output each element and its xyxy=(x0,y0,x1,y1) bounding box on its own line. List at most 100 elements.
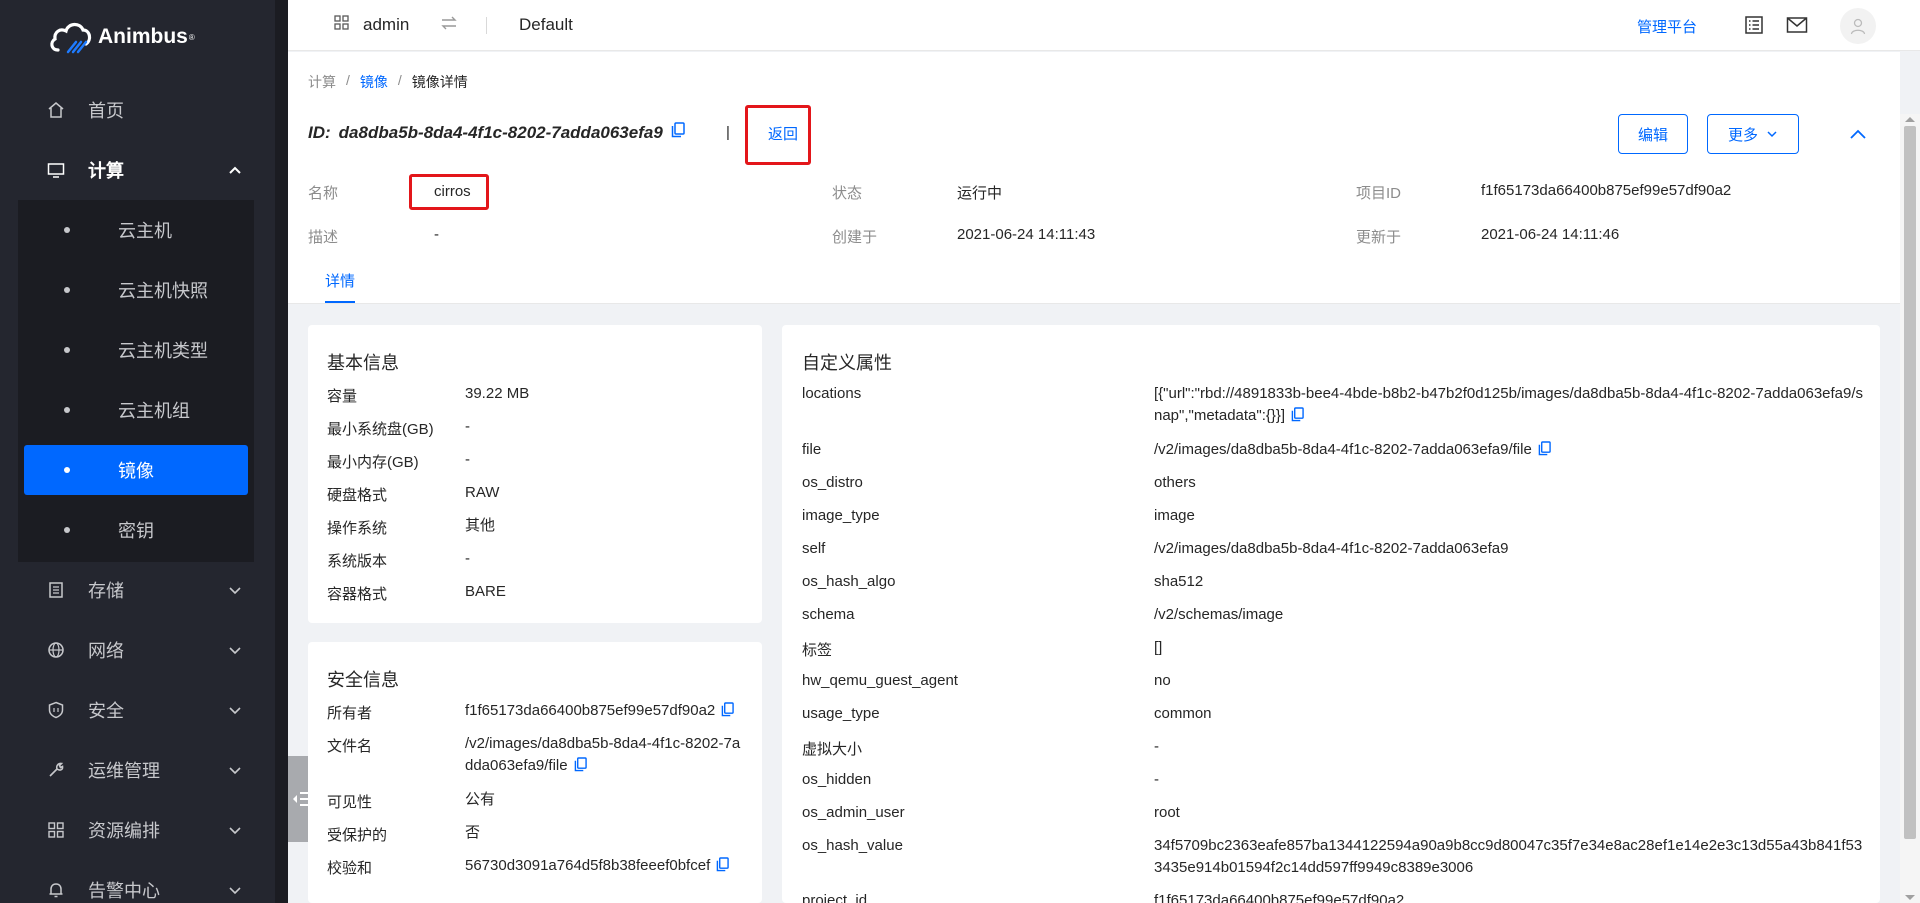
shield-icon xyxy=(46,700,66,720)
image-id: ID: da8dba5b-8da4-4f1c-8202-7adda063efa9 xyxy=(308,122,685,143)
row-label: 容器格式 xyxy=(327,586,388,603)
nav-alarms[interactable]: 告警中心 xyxy=(0,863,272,903)
divider xyxy=(486,17,487,34)
scroll-down-icon[interactable] xyxy=(1905,895,1915,900)
row-label: os_hidden xyxy=(802,771,872,788)
copy-icon[interactable] xyxy=(721,702,735,724)
nav-security[interactable]: 安全 xyxy=(0,683,272,737)
edit-label: 编辑 xyxy=(1637,126,1668,144)
collapse-header-button[interactable] xyxy=(1846,122,1870,146)
project-switcher[interactable]: admin xyxy=(334,15,409,35)
row-label: 容量 xyxy=(327,388,358,405)
sub-item-server-groups[interactable]: 云主机组 xyxy=(24,385,248,435)
custom-properties-card: 自定义属性 locations [{"url":"rbd://4891833b-… xyxy=(782,325,1880,903)
row-label: 可见性 xyxy=(327,794,373,811)
sidebar-scrollbar[interactable] xyxy=(275,0,288,903)
nav-label: 计算 xyxy=(88,161,124,181)
filename-value: /v2/images/da8dba5b-8da4-4f1c-8202-7adda… xyxy=(465,733,747,779)
row-value: /v2/images/da8dba5b-8da4-4f1c-8202-7adda… xyxy=(1154,441,1532,458)
chevron-down-icon xyxy=(228,761,242,782)
row-label: os_distro xyxy=(802,474,863,491)
name-value: cirros xyxy=(434,183,471,200)
desc-value: - xyxy=(434,226,439,243)
nav-compute[interactable]: 计算 xyxy=(0,143,272,197)
project-name: admin xyxy=(363,15,410,34)
row-label: 最小系统盘(GB) xyxy=(327,421,434,438)
user-avatar[interactable] xyxy=(1840,8,1876,44)
page-scrollbar[interactable] xyxy=(1900,114,1920,903)
scrollbar-thumb[interactable] xyxy=(1904,126,1916,839)
copy-icon[interactable] xyxy=(716,857,730,879)
nav-label: 网络 xyxy=(88,641,124,661)
list-icon[interactable] xyxy=(1742,13,1766,37)
row-label: schema xyxy=(802,606,855,623)
breadcrumb-compute[interactable]: 计算 xyxy=(308,72,336,92)
row-value: - xyxy=(465,418,470,435)
sidebar: Animbus ® 首页 计算 云主机 云主机快照 云主机类型 云主机组 镜像 密… xyxy=(0,0,288,903)
bullet-icon xyxy=(64,347,70,353)
monitor-icon xyxy=(46,160,66,180)
id-separator: | xyxy=(726,124,730,141)
chevron-down-icon xyxy=(228,581,242,602)
nav-storage[interactable]: 存储 xyxy=(0,563,272,617)
nav-label: 运维管理 xyxy=(88,761,160,781)
row-label: 受保护的 xyxy=(327,827,388,844)
sub-label: 云主机快照 xyxy=(118,281,208,301)
app-logo[interactable]: Animbus ® xyxy=(48,20,195,54)
row-label: image_type xyxy=(802,507,880,524)
edit-button[interactable]: 编辑 xyxy=(1618,114,1688,154)
compute-submenu: 云主机 云主机快照 云主机类型 云主机组 镜像 密钥 xyxy=(18,200,254,562)
swap-icon[interactable] xyxy=(440,15,458,35)
top-bar: admin Default 管理平台 xyxy=(288,0,1920,51)
row-label: 标签 xyxy=(802,642,833,659)
bullet-icon xyxy=(64,287,70,293)
tab-details[interactable]: 详情 xyxy=(325,270,355,291)
admin-platform-link[interactable]: 管理平台 xyxy=(1637,16,1697,37)
sub-item-images[interactable]: 镜像 xyxy=(24,445,248,495)
chevron-up-icon xyxy=(228,161,242,182)
row-value: common xyxy=(1154,705,1212,722)
nav-label: 安全 xyxy=(88,701,124,721)
copy-icon[interactable] xyxy=(671,122,685,143)
nav-orchestration[interactable]: 资源编排 xyxy=(0,803,272,857)
sub-label: 密钥 xyxy=(118,521,154,541)
row-label: 校验和 xyxy=(327,860,373,877)
row-label: os_hash_algo xyxy=(802,573,896,590)
chevron-down-icon xyxy=(228,641,242,662)
more-button[interactable]: 更多 xyxy=(1707,114,1799,154)
row-value: - xyxy=(1154,738,1159,755)
breadcrumb: 计算 / 镜像 / 镜像详情 xyxy=(308,72,468,92)
copy-icon[interactable] xyxy=(1538,441,1551,463)
project-id-value: f1f65173da66400b875ef99e57df90a2 xyxy=(1481,182,1732,199)
sub-item-instances[interactable]: 云主机 xyxy=(24,205,248,255)
row-label: locations xyxy=(802,385,862,402)
sub-item-flavors[interactable]: 云主机类型 xyxy=(24,325,248,375)
row-label: self xyxy=(802,540,826,557)
owner-value: f1f65173da66400b875ef99e57df90a2 xyxy=(465,700,755,724)
grid-icon xyxy=(46,820,66,840)
row-value: image xyxy=(1154,507,1195,524)
more-label: 更多 xyxy=(1727,126,1758,144)
row-value: 56730d3091a764d5f8b38feeef0bfcef xyxy=(465,857,711,874)
sub-item-snapshots[interactable]: 云主机快照 xyxy=(24,265,248,315)
mail-icon[interactable] xyxy=(1785,13,1809,37)
nav-home[interactable]: 首页 xyxy=(0,83,272,137)
row-value: [{"url":"rbd://4891833b-bee4-4bde-b8b2-b… xyxy=(1154,385,1864,424)
row-value: /v2/schemas/image xyxy=(1154,606,1284,623)
nav-ops[interactable]: 运维管理 xyxy=(0,743,272,797)
sub-item-keypairs[interactable]: 密钥 xyxy=(24,505,248,555)
copy-icon[interactable] xyxy=(1291,407,1304,429)
breadcrumb-images[interactable]: 镜像 xyxy=(360,72,388,92)
copy-icon[interactable] xyxy=(574,757,587,779)
region-name[interactable]: Default xyxy=(519,15,573,35)
nav-label: 资源编排 xyxy=(88,821,160,841)
card-title: 安全信息 xyxy=(327,670,399,690)
nav-network[interactable]: 网络 xyxy=(0,623,272,677)
scroll-up-icon[interactable] xyxy=(1905,117,1915,122)
apps-grid-icon xyxy=(334,15,349,35)
back-button[interactable]: 返回 xyxy=(768,123,798,144)
divider xyxy=(288,303,1900,304)
checksum-value: 56730d3091a764d5f8b38feeef0bfcef xyxy=(465,855,755,879)
row-value: 否 xyxy=(465,824,481,841)
bell-icon xyxy=(46,880,66,900)
